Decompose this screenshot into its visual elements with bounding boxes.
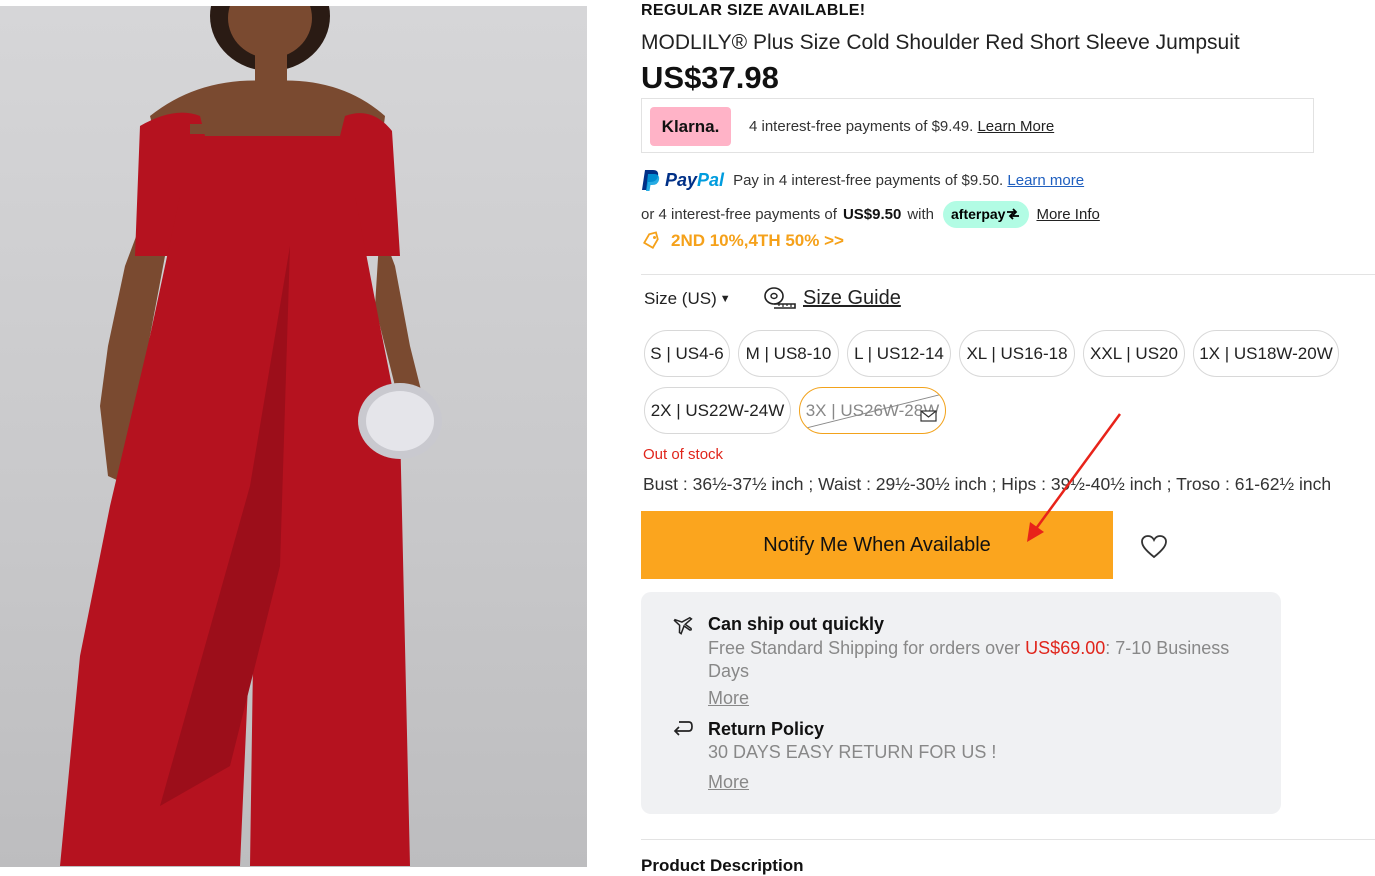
paypal-logo-word-1: Pay	[665, 169, 698, 190]
divider	[641, 274, 1375, 275]
tape-measure-icon	[764, 287, 796, 309]
afterpay-row: or 4 interest-free payments of US$9.50 w…	[641, 200, 1100, 228]
product-title: MODLILY® Plus Size Cold Shoulder Red Sho…	[641, 31, 1240, 54]
klarna-learn-more-link[interactable]: Learn More	[977, 118, 1054, 135]
size-option-3x[interactable]: 3X | US26W-28W	[799, 387, 946, 434]
shipping-text-prefix: Free Standard Shipping for orders over	[708, 638, 1026, 658]
afterpay-with: with	[907, 205, 934, 223]
promo-link[interactable]: 2ND 10%,4TH 50% >>	[641, 229, 844, 253]
size-option-xxl[interactable]: XXL | US20	[1083, 330, 1185, 377]
klarna-installment-text: 4 interest-free payments of $9.49.	[749, 118, 974, 135]
klarna-text: 4 interest-free payments of $9.49. Learn…	[749, 118, 1054, 135]
size-guide-label: Size Guide	[803, 286, 901, 309]
paypal-logo-word-2: Pal	[697, 169, 725, 190]
return-more-link[interactable]: More	[708, 772, 749, 793]
caret-down-icon: ▼	[719, 293, 731, 305]
afterpay-logo: afterpay	[943, 200, 1030, 228]
size-label: Size (US)	[644, 289, 717, 308]
paypal-learn-more-link[interactable]: Learn more	[1007, 172, 1084, 189]
product-image[interactable]	[0, 6, 587, 867]
price-tag-icon	[641, 231, 661, 251]
return-policy-text: 30 DAYS EASY RETURN FOR US !	[708, 742, 997, 762]
size-option-2x[interactable]: 2X | US22W-24W	[644, 387, 791, 434]
product-price: US$37.98	[641, 60, 779, 95]
wishlist-heart-icon[interactable]	[1140, 534, 1168, 565]
klarna-logo: Klarna.	[650, 107, 731, 146]
promo-text: 2ND 10%,4TH 50% >>	[671, 231, 844, 250]
size-option-s[interactable]: S | US4-6	[644, 330, 730, 377]
shipping-text: Free Standard Shipping for orders over U…	[708, 637, 1268, 683]
afterpay-arrows-icon	[1007, 208, 1020, 220]
size-option-m[interactable]: M | US8-10	[738, 330, 839, 377]
shipping-title: Can ship out quickly	[708, 614, 885, 634]
size-unit-dropdown[interactable]: Size (US) ▼	[644, 286, 731, 312]
paypal-text: Pay in 4 interest-free payments of $9.50…	[733, 171, 1004, 189]
shipping-threshold: US$69.00	[1025, 638, 1106, 658]
return-policy-title: Return Policy	[708, 719, 825, 739]
shipping-info-panel: Can ship out quickly Free Standard Shipp…	[641, 592, 1281, 814]
out-of-stock-label: Out of stock	[643, 446, 724, 463]
paypal-row: PayPal Pay in 4 interest-free payments o…	[641, 166, 1084, 194]
afterpay-logo-text: afterpay	[951, 206, 1006, 222]
afterpay-text: or 4 interest-free payments of	[641, 205, 837, 223]
paypal-logo: PayPal	[641, 168, 724, 192]
divider	[641, 839, 1375, 840]
size-measurements: Bust : 36½-37½ inch ; Waist : 29½-30½ in…	[643, 474, 1332, 494]
klarna-box: Klarna. 4 interest-free payments of $9.4…	[641, 98, 1314, 153]
promo-banner: REGULAR SIZE AVAILABLE!	[641, 2, 866, 19]
notify-me-button[interactable]: Notify Me When Available	[641, 511, 1113, 579]
envelope-icon	[920, 407, 937, 427]
size-guide-link[interactable]: Size Guide	[763, 284, 901, 312]
size-option-xl[interactable]: XL | US16-18	[959, 330, 1075, 377]
size-option-l[interactable]: L | US12-14	[847, 330, 951, 377]
shipping-more-link[interactable]: More	[708, 688, 749, 709]
size-option-1x[interactable]: 1X | US18W-20W	[1193, 330, 1339, 377]
airplane-icon	[671, 612, 695, 641]
paypal-icon	[642, 170, 660, 191]
product-description-heading[interactable]: Product Description	[641, 856, 803, 876]
afterpay-more-info-link[interactable]: More Info	[1036, 206, 1099, 223]
afterpay-amount: US$9.50	[842, 205, 902, 223]
product-illustration	[60, 6, 442, 866]
return-arrow-icon	[671, 716, 695, 745]
